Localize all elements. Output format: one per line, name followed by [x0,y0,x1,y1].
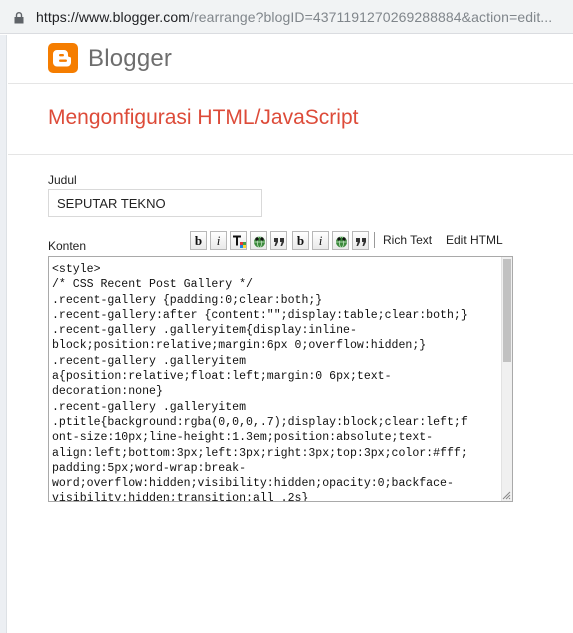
text-color-icon [233,235,246,248]
vertical-scrollbar[interactable] [501,257,512,501]
page-header: Blogger [8,35,573,83]
bold-button[interactable]: b [190,231,207,250]
quote-icon [356,238,366,246]
blogger-logo-icon[interactable] [48,43,78,73]
content-code: <style> /* CSS Recent Post Gallery */ .r… [52,263,468,502]
link-button[interactable] [250,231,267,250]
toolbar-separator [374,232,375,248]
blogger-b-glyph [53,50,71,67]
title-divider [8,154,573,155]
content-textarea[interactable]: <style> /* CSS Recent Post Gallery */ .r… [48,256,513,502]
header-divider [8,83,573,84]
bold-button-2[interactable]: b [292,231,309,250]
link-icon [336,236,347,248]
brand-name: Blogger [88,45,173,72]
quote-button-2[interactable] [352,231,369,250]
left-edge-strip [0,35,7,633]
browser-url-bar[interactable]: https://www.blogger.com/rearrange?blogID… [0,0,573,34]
title-input[interactable] [48,189,262,217]
italic-button[interactable]: i [210,231,227,250]
lock-icon [14,12,24,24]
link-icon [254,236,265,248]
link-button-2[interactable] [332,231,349,250]
quote-icon [274,238,284,246]
content-label: Konten [48,239,87,253]
scrollbar-thumb[interactable] [503,259,511,362]
url-host: https://www.blogger.com [36,9,191,25]
url-text[interactable]: https://www.blogger.com/rearrange?blogID… [36,9,552,25]
italic-button-2[interactable]: i [312,231,329,250]
resize-grip-icon[interactable] [502,491,511,500]
title-label: Judul [48,173,77,187]
url-path: /rearrange?blogID=4371191270269288884&ac… [190,9,553,25]
edit-html-tab[interactable]: Edit HTML [446,233,503,247]
text-color-button[interactable] [230,231,247,250]
quote-button[interactable] [270,231,287,250]
page-title: Mengonfigurasi HTML/JavaScript [48,106,359,129]
rich-text-tab[interactable]: Rich Text [383,233,432,247]
